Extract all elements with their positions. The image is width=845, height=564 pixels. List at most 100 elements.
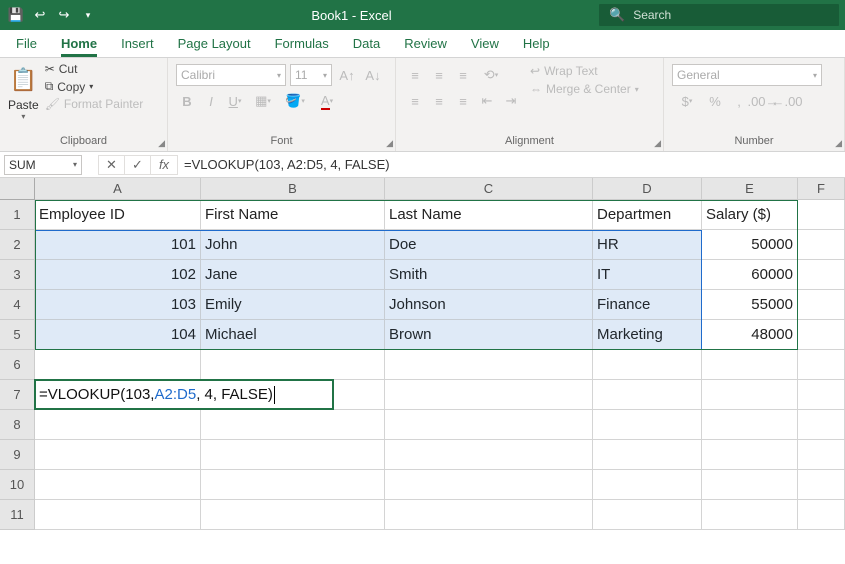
namebox-dropdown-icon[interactable]: ▾	[73, 160, 77, 169]
tab-file[interactable]: File	[16, 36, 37, 57]
row-header-7[interactable]: 7	[0, 380, 35, 410]
cell-F3[interactable]	[798, 260, 845, 290]
align-center-icon[interactable]: ≡	[428, 90, 450, 112]
cell-A7[interactable]	[35, 380, 201, 410]
cell-C7[interactable]	[385, 380, 593, 410]
cell-F4[interactable]	[798, 290, 845, 320]
undo-icon[interactable]: ↩	[32, 7, 48, 23]
tab-view[interactable]: View	[471, 36, 499, 57]
cell-D10[interactable]	[593, 470, 702, 500]
cell-F2[interactable]	[798, 230, 845, 260]
search-box[interactable]: 🔍 Search	[599, 4, 839, 26]
font-color-button[interactable]: A ▾	[312, 90, 342, 112]
cell-D1[interactable]: Departmen	[593, 200, 702, 230]
cell-D2[interactable]: HR	[593, 230, 702, 260]
spreadsheet-grid[interactable]: ABCDEF1Employee IDFirst NameLast NameDep…	[0, 178, 845, 530]
name-box[interactable]: SUM ▾	[4, 155, 82, 175]
select-all-corner[interactable]	[0, 178, 35, 200]
cell-C4[interactable]: Johnson	[385, 290, 593, 320]
cell-A1[interactable]: Employee ID	[35, 200, 201, 230]
cell-F6[interactable]	[798, 350, 845, 380]
cell-D8[interactable]	[593, 410, 702, 440]
cell-F7[interactable]	[798, 380, 845, 410]
number-format-combo[interactable]: General▾	[672, 64, 822, 86]
italic-button[interactable]: I	[200, 90, 222, 112]
font-size-combo[interactable]: 11▾	[290, 64, 332, 86]
cell-B7[interactable]	[201, 380, 385, 410]
row-header-8[interactable]: 8	[0, 410, 35, 440]
row-header-3[interactable]: 3	[0, 260, 35, 290]
cell-B6[interactable]	[201, 350, 385, 380]
increase-font-icon[interactable]: A↑	[336, 64, 358, 86]
align-left-icon[interactable]: ≡	[404, 90, 426, 112]
cell-E5[interactable]: 48000	[702, 320, 798, 350]
tab-page-layout[interactable]: Page Layout	[178, 36, 251, 57]
tab-review[interactable]: Review	[404, 36, 447, 57]
clipboard-launcher-icon[interactable]: ◢	[158, 138, 165, 149]
cell-C6[interactable]	[385, 350, 593, 380]
cell-D11[interactable]	[593, 500, 702, 530]
cell-D3[interactable]: IT	[593, 260, 702, 290]
cell-F1[interactable]	[798, 200, 845, 230]
cell-A9[interactable]	[35, 440, 201, 470]
increase-indent-icon[interactable]: ⇥	[500, 90, 522, 112]
paste-button[interactable]: 📋 Paste ▾	[8, 62, 39, 133]
cell-B2[interactable]: John	[201, 230, 385, 260]
cell-B5[interactable]: Michael	[201, 320, 385, 350]
cell-C5[interactable]: Brown	[385, 320, 593, 350]
formula-input[interactable]: =VLOOKUP(103, A2:D5, 4, FALSE)	[178, 157, 845, 172]
decrease-decimal-icon[interactable]: ←.00	[776, 90, 798, 112]
column-header-D[interactable]: D	[593, 178, 702, 200]
cell-B10[interactable]	[201, 470, 385, 500]
fill-color-button[interactable]: 🪣 ▾	[280, 90, 310, 112]
row-header-1[interactable]: 1	[0, 200, 35, 230]
format-painter-button[interactable]: 🖌Format Painter	[45, 97, 144, 111]
tab-data[interactable]: Data	[353, 36, 380, 57]
cell-A11[interactable]	[35, 500, 201, 530]
cell-B8[interactable]	[201, 410, 385, 440]
cell-C1[interactable]: Last Name	[385, 200, 593, 230]
wrap-text-button[interactable]: ↩Wrap Text	[530, 64, 639, 78]
column-header-E[interactable]: E	[702, 178, 798, 200]
underline-button[interactable]: U ▾	[224, 90, 246, 112]
row-header-5[interactable]: 5	[0, 320, 35, 350]
cell-C8[interactable]	[385, 410, 593, 440]
cell-B1[interactable]: First Name	[201, 200, 385, 230]
cancel-formula-button[interactable]: ✕	[99, 156, 125, 174]
cell-D7[interactable]	[593, 380, 702, 410]
cell-A6[interactable]	[35, 350, 201, 380]
cell-B3[interactable]: Jane	[201, 260, 385, 290]
decrease-font-icon[interactable]: A↓	[362, 64, 384, 86]
row-header-9[interactable]: 9	[0, 440, 35, 470]
align-bottom-icon[interactable]: ≡	[452, 64, 474, 86]
row-header-6[interactable]: 6	[0, 350, 35, 380]
align-right-icon[interactable]: ≡	[452, 90, 474, 112]
cell-E1[interactable]: Salary ($)	[702, 200, 798, 230]
cell-C9[interactable]	[385, 440, 593, 470]
number-launcher-icon[interactable]: ◢	[835, 138, 842, 149]
cell-E2[interactable]: 50000	[702, 230, 798, 260]
cell-E9[interactable]	[702, 440, 798, 470]
orientation-icon[interactable]: ⟲ ▾	[476, 64, 506, 86]
merge-center-button[interactable]: ⇔Merge & Center ▾	[530, 82, 639, 96]
tab-insert[interactable]: Insert	[121, 36, 154, 57]
cell-E11[interactable]	[702, 500, 798, 530]
border-button[interactable]: ▦ ▾	[248, 90, 278, 112]
cell-D9[interactable]	[593, 440, 702, 470]
cut-button[interactable]: ✂Cut	[45, 62, 144, 76]
cell-F11[interactable]	[798, 500, 845, 530]
column-header-B[interactable]: B	[201, 178, 385, 200]
cell-E8[interactable]	[702, 410, 798, 440]
cell-C2[interactable]: Doe	[385, 230, 593, 260]
cell-D4[interactable]: Finance	[593, 290, 702, 320]
cell-B11[interactable]	[201, 500, 385, 530]
cell-C11[interactable]	[385, 500, 593, 530]
font-name-combo[interactable]: Calibri▾	[176, 64, 286, 86]
insert-function-button[interactable]: fx	[151, 156, 177, 174]
cell-E10[interactable]	[702, 470, 798, 500]
save-icon[interactable]: 💾	[8, 7, 24, 23]
cell-F5[interactable]	[798, 320, 845, 350]
cell-E3[interactable]: 60000	[702, 260, 798, 290]
cell-D6[interactable]	[593, 350, 702, 380]
cell-E7[interactable]	[702, 380, 798, 410]
